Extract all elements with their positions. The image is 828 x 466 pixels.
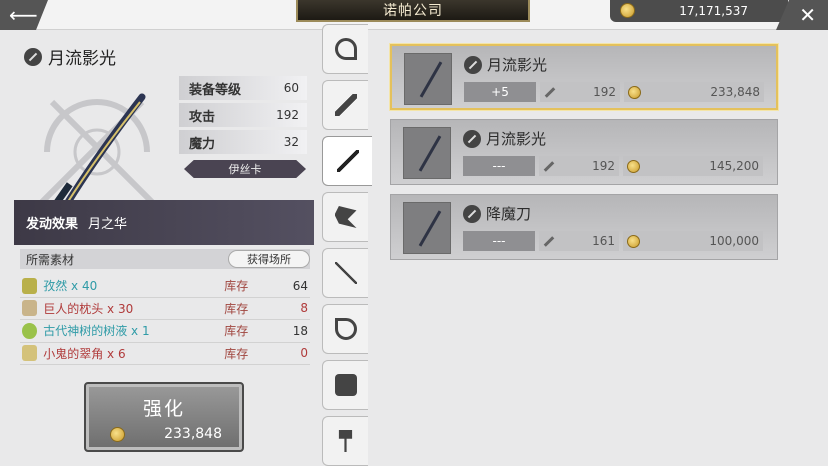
horn-icon <box>22 345 38 362</box>
effect-label: 发动效果 <box>26 217 79 232</box>
weapon-thumbnail <box>403 202 451 254</box>
fist-icon <box>334 374 357 396</box>
enhance-level-badge: --- <box>463 231 535 251</box>
price-pill: 100,000 <box>623 231 763 251</box>
gold-coin-icon <box>627 234 640 248</box>
weapon-title: 月流影光 <box>24 44 116 69</box>
close-icon: ✕ <box>799 3 816 27</box>
material-row[interactable]: 古代神树的树液 x 1 库存 18 <box>20 320 310 343</box>
gold-amount: 17,171,537 <box>679 4 748 18</box>
weapon-thumbnail <box>404 53 452 105</box>
katana-category-icon <box>24 47 42 66</box>
sap-bottle-icon <box>22 322 38 339</box>
katana-category-icon <box>463 204 481 223</box>
tab-bow[interactable] <box>322 304 368 354</box>
attack-pill: 192 <box>539 156 619 176</box>
sword-icon <box>334 94 357 116</box>
attack-pill: 192 <box>540 82 620 102</box>
weapon-card-name: 降魔刀 <box>486 205 532 223</box>
enhance-level-badge: +5 <box>464 82 536 102</box>
stat-row-magic: 魔力 32 <box>179 130 307 154</box>
enhance-price: 233,848 <box>110 426 222 442</box>
stat-row-level: 装备等级 60 <box>179 76 307 100</box>
weapon-card[interactable]: 月流影光 +5 192 233,848 <box>390 44 778 110</box>
enhance-button[interactable]: 强化 233,848 <box>84 382 244 452</box>
gold-display: 17,171,537 <box>610 0 788 22</box>
tab-sword[interactable] <box>322 80 368 130</box>
tab-hammer[interactable] <box>322 416 368 466</box>
gold-coin-icon <box>620 3 635 18</box>
katana-category-icon <box>463 129 481 148</box>
material-row[interactable]: 孜然 x 40 库存 64 <box>20 275 310 298</box>
effect-bar: 发动效果 月之华 <box>14 200 314 245</box>
price-pill: 233,848 <box>624 82 764 102</box>
axe-icon <box>334 206 357 228</box>
weapon-thumbnail <box>403 127 451 179</box>
tab-fist[interactable] <box>322 360 368 410</box>
gold-coin-icon <box>627 159 640 173</box>
material-row[interactable]: 巨人的枕头 x 30 库存 8 <box>20 298 310 320</box>
pillow-icon <box>22 300 38 317</box>
weapon-stats: 装备等级 60 攻击 192 魔力 32 <box>179 76 307 157</box>
attack-sword-icon <box>543 235 555 247</box>
enhance-level-badge: --- <box>463 156 535 176</box>
materials-list: 孜然 x 40 库存 64 巨人的枕头 x 30 库存 8 古代神树的树液 x … <box>20 275 310 365</box>
back-arrow-icon: ⟵ <box>9 3 38 27</box>
attack-pill: 161 <box>539 231 619 251</box>
stat-row-attack: 攻击 192 <box>179 103 307 127</box>
bow-icon <box>334 318 357 340</box>
effect-value: 月之华 <box>88 217 128 232</box>
weapon-detail-panel: 月流影光 装备等级 60 攻击 192 魔力 32 伊丝卡 发动效果 月之华 所… <box>14 32 316 466</box>
page-title: 诺帕公司 <box>296 0 530 22</box>
gold-coin-icon <box>628 85 641 99</box>
tab-staff[interactable] <box>322 24 368 74</box>
tab-spear[interactable] <box>322 248 368 298</box>
spear-icon <box>334 262 357 284</box>
gold-coin-icon <box>110 426 125 442</box>
attack-sword-icon <box>543 160 555 172</box>
weapon-name: 月流影光 <box>48 49 116 69</box>
tab-katana[interactable] <box>322 136 372 186</box>
tab-axe[interactable] <box>322 192 368 242</box>
weapon-card[interactable]: 月流影光 --- 192 145,200 <box>390 119 778 185</box>
hammer-icon <box>338 430 353 452</box>
price-pill: 145,200 <box>623 156 763 176</box>
material-row[interactable]: 小鬼的翠角 x 6 库存 0 <box>20 343 310 365</box>
weapon-card[interactable]: 降魔刀 --- 161 100,000 <box>390 194 778 260</box>
source-location-button[interactable]: 获得场所 <box>228 250 310 268</box>
weapon-card-name: 月流影光 <box>486 130 547 148</box>
cumin-icon <box>22 277 38 294</box>
staff-icon <box>334 38 357 60</box>
katana-icon <box>336 150 359 172</box>
attack-sword-icon <box>544 86 556 98</box>
weapon-card-name: 月流影光 <box>487 56 548 74</box>
enhance-label: 强化 <box>142 398 185 420</box>
katana-category-icon <box>464 55 482 74</box>
character-tag: 伊丝卡 <box>184 160 306 178</box>
